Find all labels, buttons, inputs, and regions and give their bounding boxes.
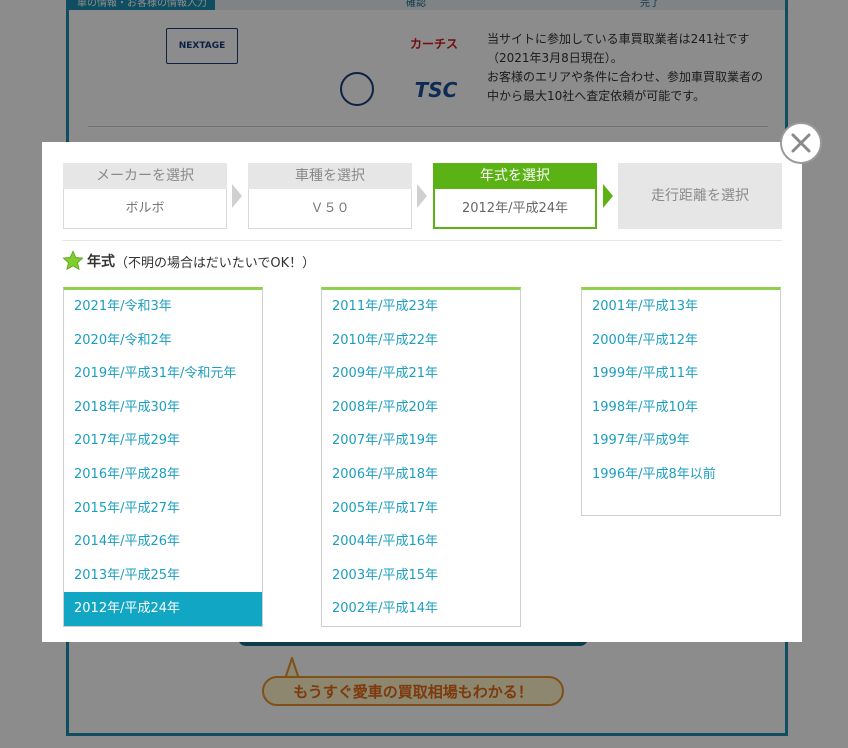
- step-model[interactable]: 車種を選択 Ｖ５０: [248, 163, 412, 229]
- year-list-column-1: 2021年/令和3年 2020年/令和2年 2019年/平成31年/令和元年 2…: [63, 287, 263, 627]
- star-icon: [62, 250, 84, 271]
- year-option[interactable]: 2007年/平成19年: [322, 424, 520, 458]
- year-option[interactable]: 2013年/平成25年: [64, 559, 262, 593]
- year-option[interactable]: 2015年/平成27年: [64, 492, 262, 526]
- year-option[interactable]: 2002年/平成14年: [322, 592, 520, 626]
- year-option[interactable]: 2018年/平成30年: [64, 391, 262, 425]
- year-option[interactable]: 2001年/平成13年: [582, 290, 780, 324]
- year-heading: 年式 （不明の場合はだいたいでOK！）: [62, 250, 315, 272]
- year-select-modal: メーカーを選択 ボルボ 車種を選択 Ｖ５０ 年式を選択 2012年/平成24年 …: [42, 142, 802, 642]
- year-option[interactable]: 2011年/平成23年: [322, 290, 520, 324]
- year-option[interactable]: 2004年/平成16年: [322, 525, 520, 559]
- year-heading-note: （不明の場合はだいたいでOK！）: [115, 255, 316, 271]
- year-option[interactable]: 2000年/平成12年: [582, 324, 780, 358]
- year-option[interactable]: 2006年/平成18年: [322, 458, 520, 492]
- step-arrow-icon: [232, 184, 242, 208]
- year-option[interactable]: 1996年/平成8年以前: [582, 458, 780, 492]
- step-maker-value: ボルボ: [63, 189, 227, 229]
- year-option[interactable]: 2017年/平成29年: [64, 424, 262, 458]
- step-mileage-title: 走行距離を選択: [651, 188, 749, 204]
- year-option[interactable]: 2019年/平成31年/令和元年: [64, 357, 262, 391]
- close-icon: [791, 133, 811, 153]
- step-year-value: 2012年/平成24年: [433, 189, 597, 229]
- close-button[interactable]: [780, 122, 822, 164]
- year-option[interactable]: 1999年/平成11年: [582, 357, 780, 391]
- year-option[interactable]: 2003年/平成15年: [322, 559, 520, 593]
- step-mileage: 走行距離を選択: [618, 163, 782, 229]
- step-year-title: 年式を選択: [433, 163, 597, 189]
- year-option[interactable]: 2010年/平成22年: [322, 324, 520, 358]
- year-option-selected[interactable]: 2012年/平成24年: [64, 592, 262, 626]
- step-arrow-icon: [603, 184, 613, 208]
- year-option[interactable]: 2016年/平成28年: [64, 458, 262, 492]
- year-list-column-2: 2011年/平成23年 2010年/平成22年 2009年/平成21年 2008…: [321, 287, 521, 627]
- step-year[interactable]: 年式を選択 2012年/平成24年: [433, 163, 597, 229]
- year-heading-title: 年式: [87, 254, 115, 270]
- year-option[interactable]: 1997年/平成9年: [582, 424, 780, 458]
- step-model-value: Ｖ５０: [248, 189, 412, 229]
- modal-divider: [62, 240, 782, 241]
- year-option[interactable]: 2009年/平成21年: [322, 357, 520, 391]
- step-arrow-icon: [417, 184, 427, 208]
- year-option[interactable]: 1998年/平成10年: [582, 391, 780, 425]
- year-option[interactable]: 2021年/令和3年: [64, 290, 262, 324]
- step-maker-title: メーカーを選択: [63, 163, 227, 189]
- year-option[interactable]: 2014年/平成26年: [64, 525, 262, 559]
- year-list-column-3: 2001年/平成13年 2000年/平成12年 1999年/平成11年 1998…: [581, 287, 781, 516]
- step-model-title: 車種を選択: [248, 163, 412, 189]
- step-maker[interactable]: メーカーを選択 ボルボ: [63, 163, 227, 229]
- year-option[interactable]: 2020年/令和2年: [64, 324, 262, 358]
- year-option[interactable]: 2005年/平成17年: [322, 492, 520, 526]
- year-option[interactable]: 2008年/平成20年: [322, 391, 520, 425]
